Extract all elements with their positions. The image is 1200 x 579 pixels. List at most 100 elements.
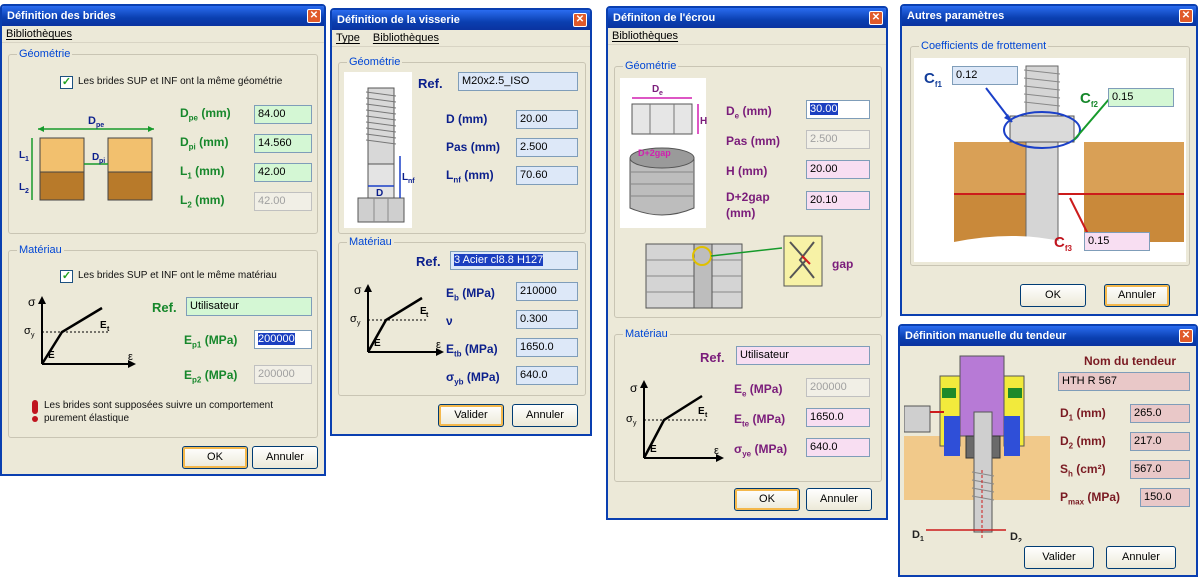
- brides-ok-button[interactable]: OK: [182, 446, 248, 469]
- autres-ok-button[interactable]: OK: [1020, 284, 1086, 307]
- ecrou-titlebar[interactable]: Définiton de l'écrou ✕: [608, 8, 886, 28]
- brides-dpe-field[interactable]: 84.00: [254, 105, 312, 124]
- visserie-etb-label: Etb (MPa): [446, 342, 498, 359]
- tendeur-d2-label: D2 (mm): [1060, 434, 1106, 451]
- tendeur-name-title: Nom du tendeur: [1084, 354, 1176, 368]
- brides-stress-strain-curve: σ σ y E E t ε: [24, 295, 136, 368]
- visserie-material-title: Matériau: [347, 236, 394, 248]
- tendeur-validate-button[interactable]: Valider: [1024, 546, 1094, 569]
- tendeur-sh-field[interactable]: 567.0: [1130, 460, 1190, 479]
- tendeur-cancel-button[interactable]: Annuler: [1106, 546, 1176, 569]
- visserie-d-field[interactable]: 20.00: [516, 110, 578, 129]
- autres-window: Autres paramètres ✕ Coefficients de frot…: [900, 4, 1198, 316]
- ecrou-diagram-gap: gap: [832, 257, 853, 271]
- autres-titlebar[interactable]: Autres paramètres ✕: [902, 6, 1196, 26]
- ecrou-h-label: H (mm): [726, 164, 768, 178]
- tendeur-d1-label: D1 (mm): [1060, 406, 1106, 423]
- ecrou-ee-field: 200000: [806, 378, 870, 397]
- brides-diagram-dpe-sub: pe: [96, 122, 104, 129]
- tendeur-name-field[interactable]: HTH R 567: [1058, 372, 1190, 391]
- brides-note-line1: Les brides sont supposées suivre un comp…: [44, 400, 274, 411]
- brides-menu-bibliotheques[interactable]: Bibliothèques: [6, 28, 72, 40]
- visserie-menu-bibliotheques[interactable]: Bibliothèques: [373, 32, 439, 44]
- visserie-eb-field[interactable]: 210000: [516, 282, 578, 301]
- visserie-validate-button[interactable]: Valider: [438, 404, 504, 427]
- brides-dpe-label: Dpe (mm): [180, 106, 231, 123]
- visserie-etb-field[interactable]: 1650.0: [516, 338, 578, 357]
- visserie-mat-ref-label: Ref.: [416, 254, 441, 269]
- ecrou-cancel-button[interactable]: Annuler: [806, 488, 872, 511]
- visserie-window: Définition de la visserie ✕ Type Bibliot…: [330, 8, 592, 436]
- visserie-nu-field[interactable]: 0.300: [516, 310, 578, 329]
- visserie-titlebar[interactable]: Définition de la visserie ✕: [332, 10, 590, 30]
- ecrou-ref-label: Ref.: [700, 350, 725, 365]
- visserie-pas-field[interactable]: 2.500: [516, 138, 578, 157]
- ecrou-title: Définiton de l'écrou: [613, 12, 716, 24]
- visserie-diagram-d: D: [376, 188, 383, 199]
- brides-menubar: Bibliothèques: [2, 26, 324, 43]
- ecrou-material-title: Matériau: [623, 328, 670, 340]
- visserie-stress-strain-curve: E E t σ σ y ε: [350, 283, 444, 356]
- tendeur-title: Définition manuelle du tendeur: [905, 330, 1067, 342]
- autres-close-icon[interactable]: ✕: [1179, 9, 1193, 23]
- brides-ref-field[interactable]: Utilisateur: [186, 297, 312, 316]
- ecrou-sye-field[interactable]: 640.0: [806, 438, 870, 457]
- visserie-eb-label: Eb (MPa): [446, 286, 495, 303]
- brides-curve-eps: ε: [128, 351, 133, 363]
- visserie-menu-type[interactable]: Type: [336, 32, 360, 44]
- brides-titlebar[interactable]: Définition des brides ✕: [2, 6, 324, 26]
- brides-curve-sigma-y-sub: y: [31, 332, 35, 339]
- visserie-lnf-field[interactable]: 70.60: [516, 166, 578, 185]
- visserie-lnf-label: Lnf (mm): [446, 168, 494, 185]
- tendeur-titlebar[interactable]: Définition manuelle du tendeur ✕: [900, 326, 1196, 346]
- autres-cancel-button[interactable]: Annuler: [1104, 284, 1170, 307]
- visserie-close-icon[interactable]: ✕: [573, 13, 587, 27]
- ecrou-ok-button[interactable]: OK: [734, 488, 800, 511]
- brides-diagram-l1-sub: 1: [25, 156, 29, 163]
- ecrou-ref-field[interactable]: Utilisateur: [736, 346, 870, 365]
- autres-cf1-field[interactable]: 0.12: [952, 66, 1018, 85]
- ecrou-gap-diagram: gap: [645, 235, 853, 309]
- visserie-mat-ref-field[interactable]: 3 Acier cl8.8 H127: [450, 251, 578, 270]
- tendeur-diagram-d2-sub: 2: [1018, 538, 1022, 542]
- ecrou-d2gap-field[interactable]: 20.10: [806, 191, 870, 210]
- visserie-ref-field[interactable]: M20x2.5_ISO: [458, 72, 578, 91]
- ecrou-close-icon[interactable]: ✕: [869, 11, 883, 25]
- tendeur-close-icon[interactable]: ✕: [1179, 329, 1193, 343]
- ecrou-de-field[interactable]: 30.00: [806, 100, 870, 119]
- brides-geom-checkbox[interactable]: ✓: [60, 76, 73, 89]
- tendeur-d2-field[interactable]: 217.0: [1130, 432, 1190, 451]
- brides-warning-icon: [32, 400, 38, 422]
- autres-cf2-field[interactable]: 0.15: [1108, 88, 1174, 107]
- brides-ep1-field[interactable]: 200000: [254, 330, 312, 349]
- brides-dpi-field[interactable]: 14.560: [254, 134, 312, 153]
- brides-window: Définition des brides ✕ Bibliothèques Gé…: [0, 4, 326, 476]
- autres-cf3-field[interactable]: 0.15: [1084, 232, 1150, 251]
- brides-l1-label: L1 (mm): [180, 164, 225, 181]
- ecrou-menu-bibliotheques[interactable]: Bibliothèques: [612, 30, 678, 42]
- ecrou-menubar: Bibliothèques: [608, 28, 886, 45]
- brides-mat-checkbox[interactable]: ✓: [60, 270, 73, 283]
- brides-l2-field: 42.00: [254, 192, 312, 211]
- svg-text:σ: σ: [354, 283, 362, 297]
- visserie-nu-label: ν: [446, 314, 453, 328]
- ecrou-ete-field[interactable]: 1650.0: [806, 408, 870, 427]
- visserie-ref-label: Ref.: [418, 76, 443, 91]
- brides-l1-field[interactable]: 42.00: [254, 163, 312, 182]
- brides-cancel-button[interactable]: Annuler: [252, 446, 318, 469]
- visserie-cancel-button[interactable]: Annuler: [512, 404, 578, 427]
- ecrou-h-field[interactable]: 20.00: [806, 160, 870, 179]
- brides-diagram-dpe: D: [88, 115, 96, 127]
- brides-mat-check-label: Les brides SUP et INF ont le même matéri…: [78, 270, 277, 281]
- tendeur-sh-label: Sh (cm²): [1060, 462, 1106, 479]
- ecrou-d2gap-label: D+2gap: [726, 190, 770, 204]
- visserie-syb-field[interactable]: 640.0: [516, 366, 578, 385]
- tendeur-diagram-d1: D: [912, 529, 920, 541]
- autres-title: Autres paramètres: [907, 10, 1005, 22]
- brides-close-icon[interactable]: ✕: [307, 9, 321, 23]
- tendeur-d1-field[interactable]: 265.0: [1130, 404, 1190, 423]
- tendeur-pmax-field[interactable]: 150.0: [1140, 488, 1190, 507]
- ecrou-ete-label: Ete (MPa): [734, 412, 786, 429]
- brides-geometry-title: Géométrie: [17, 48, 73, 60]
- tendeur-diagram: D 1 D 2: [904, 355, 1050, 542]
